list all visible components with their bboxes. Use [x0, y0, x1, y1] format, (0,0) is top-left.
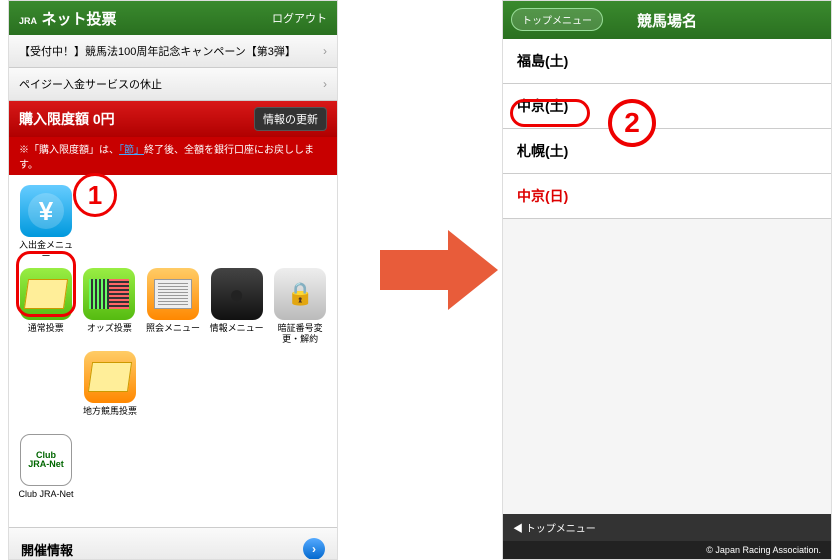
right-screen: トップメニュー 競馬場名 福島(土) 中京(土) 札幌(土) 中京(日) 2 ◀… — [502, 0, 832, 560]
footer: ◀ トップメニュー © Japan Racing Association. — [503, 514, 831, 559]
limit-note: ※「購入限度額」は、「節」終了後、全額を銀行口座にお戻しします。 — [9, 137, 337, 175]
event-info-section[interactable]: 開催情報 › — [9, 527, 337, 560]
inquiry-menu-button[interactable]: 照会メニュー — [144, 268, 202, 345]
chevron-right-icon: › — [323, 44, 327, 58]
transition-arrow-icon — [380, 230, 500, 310]
top-menu-button[interactable]: トップメニュー — [511, 8, 603, 31]
copyright: © Japan Racing Association. — [503, 541, 831, 559]
helmet-icon: ● — [229, 279, 245, 310]
left-screen: JRA ネット投票 ログアウト 【受付中！】競馬法100周年記念キャンペーン【第… — [8, 0, 338, 560]
notice-text: 【受付中！】競馬法100周年記念キャンペーン【第3弾】 — [19, 43, 296, 59]
chevron-right-icon: › — [323, 77, 327, 91]
notice-text: ペイジー入金サービスの休止 — [19, 76, 162, 92]
jra-logo: JRA — [19, 16, 37, 26]
annotation-number-1: 1 — [73, 173, 117, 217]
newspaper-icon — [154, 279, 192, 309]
racecourse-item[interactable]: 中京(日) — [503, 174, 831, 219]
racecourse-item[interactable]: 福島(土) — [503, 39, 831, 84]
info-menu-button[interactable]: ● 情報メニュー — [208, 268, 266, 345]
notice-item[interactable]: ペイジー入金サービスの休止 › — [9, 68, 337, 101]
logout-link[interactable]: ログアウト — [272, 10, 327, 26]
racecourse-item[interactable]: 札幌(土) — [503, 129, 831, 174]
footer-top-menu-link[interactable]: ◀ トップメニュー — [503, 514, 831, 541]
club-jra-net-button[interactable]: ClubJRA-Net Club JRA-Net — [17, 434, 75, 511]
refresh-button[interactable]: 情報の更新 — [254, 107, 327, 131]
limit-label: 購入限度額 0円 — [19, 109, 115, 129]
page-title: 競馬場名 — [637, 10, 697, 31]
annotation-ring-2 — [510, 99, 590, 127]
header: トップメニュー 競馬場名 — [503, 1, 831, 39]
local-racing-button[interactable]: 地方競馬投票 — [81, 351, 139, 428]
logo-title: JRA ネット投票 — [19, 8, 116, 29]
arrow-right-icon: › — [303, 538, 325, 560]
annotation-ring-1 — [16, 251, 76, 317]
annotation-number-2: 2 — [608, 99, 656, 147]
odds-icon — [89, 279, 129, 309]
notice-item[interactable]: 【受付中！】競馬法100周年記念キャンペーン【第3弾】 › — [9, 35, 337, 68]
ticket-icon — [88, 362, 132, 392]
lock-icon: 🔒 — [286, 281, 313, 307]
note-link[interactable]: 「節」 — [119, 145, 144, 156]
odds-vote-button[interactable]: オッズ投票 — [81, 268, 139, 345]
limit-bar: 購入限度額 0円 情報の更新 — [9, 101, 337, 137]
header: JRA ネット投票 ログアウト — [9, 1, 337, 35]
app-title: ネット投票 — [41, 11, 116, 28]
icon-grid: ¥ 入出金メニュー 通常投票 オッズ投票 照会メニュー ● 情報メニュー — [9, 175, 337, 527]
pin-change-button[interactable]: 🔒 暗証番号変更・解約 — [271, 268, 329, 345]
section-title: 開催情報 — [21, 540, 73, 559]
club-jra-icon: ClubJRA-Net — [28, 451, 64, 469]
yen-icon: ¥ — [28, 193, 64, 229]
